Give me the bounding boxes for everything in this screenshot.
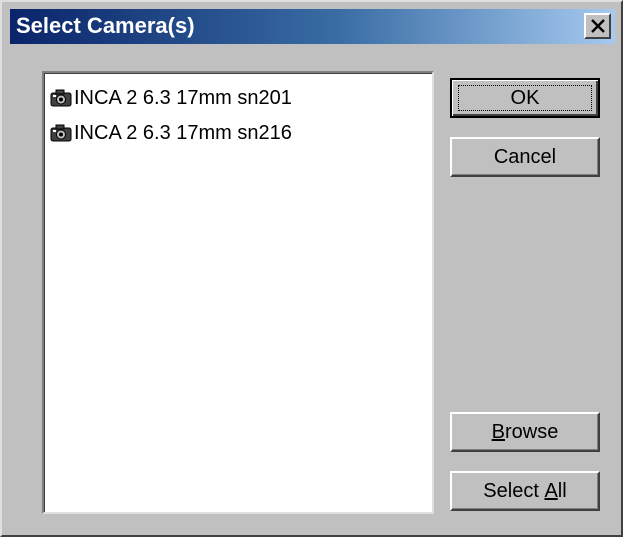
camera-listbox[interactable]: INCA 2 6.3 17mm sn201 INCA 2 6.3 17mm sn… <box>42 71 434 514</box>
camera-icon <box>50 124 72 142</box>
browse-button[interactable]: Browse <box>450 412 600 452</box>
list-item-label: INCA 2 6.3 17mm sn201 <box>74 86 292 109</box>
list-item[interactable]: INCA 2 6.3 17mm sn216 <box>50 118 292 148</box>
select-all-mnemonic: A <box>544 479 558 502</box>
close-button[interactable] <box>584 13 611 39</box>
select-all-prefix: Select <box>483 479 545 502</box>
cancel-button-label: Cancel <box>493 145 557 168</box>
focus-ring <box>458 85 592 111</box>
select-camera-dialog: Select Camera(s) INCA 2 6.3 17mm sn201 I… <box>0 0 623 537</box>
dialog-title: Select Camera(s) <box>16 13 195 38</box>
ok-button[interactable]: OK <box>450 78 600 118</box>
cancel-button[interactable]: Cancel <box>450 137 600 177</box>
camera-icon <box>50 89 72 107</box>
list-item-label: INCA 2 6.3 17mm sn216 <box>74 121 292 144</box>
browse-label-rest: rowse <box>504 420 559 443</box>
select-all-button[interactable]: Select All <box>450 471 600 511</box>
browse-mnemonic: B <box>491 420 505 443</box>
list-item[interactable]: INCA 2 6.3 17mm sn201 <box>50 83 292 113</box>
title-bar[interactable]: Select Camera(s) <box>10 9 615 44</box>
close-icon <box>591 19 605 33</box>
select-all-label-rest: ll <box>557 479 567 502</box>
